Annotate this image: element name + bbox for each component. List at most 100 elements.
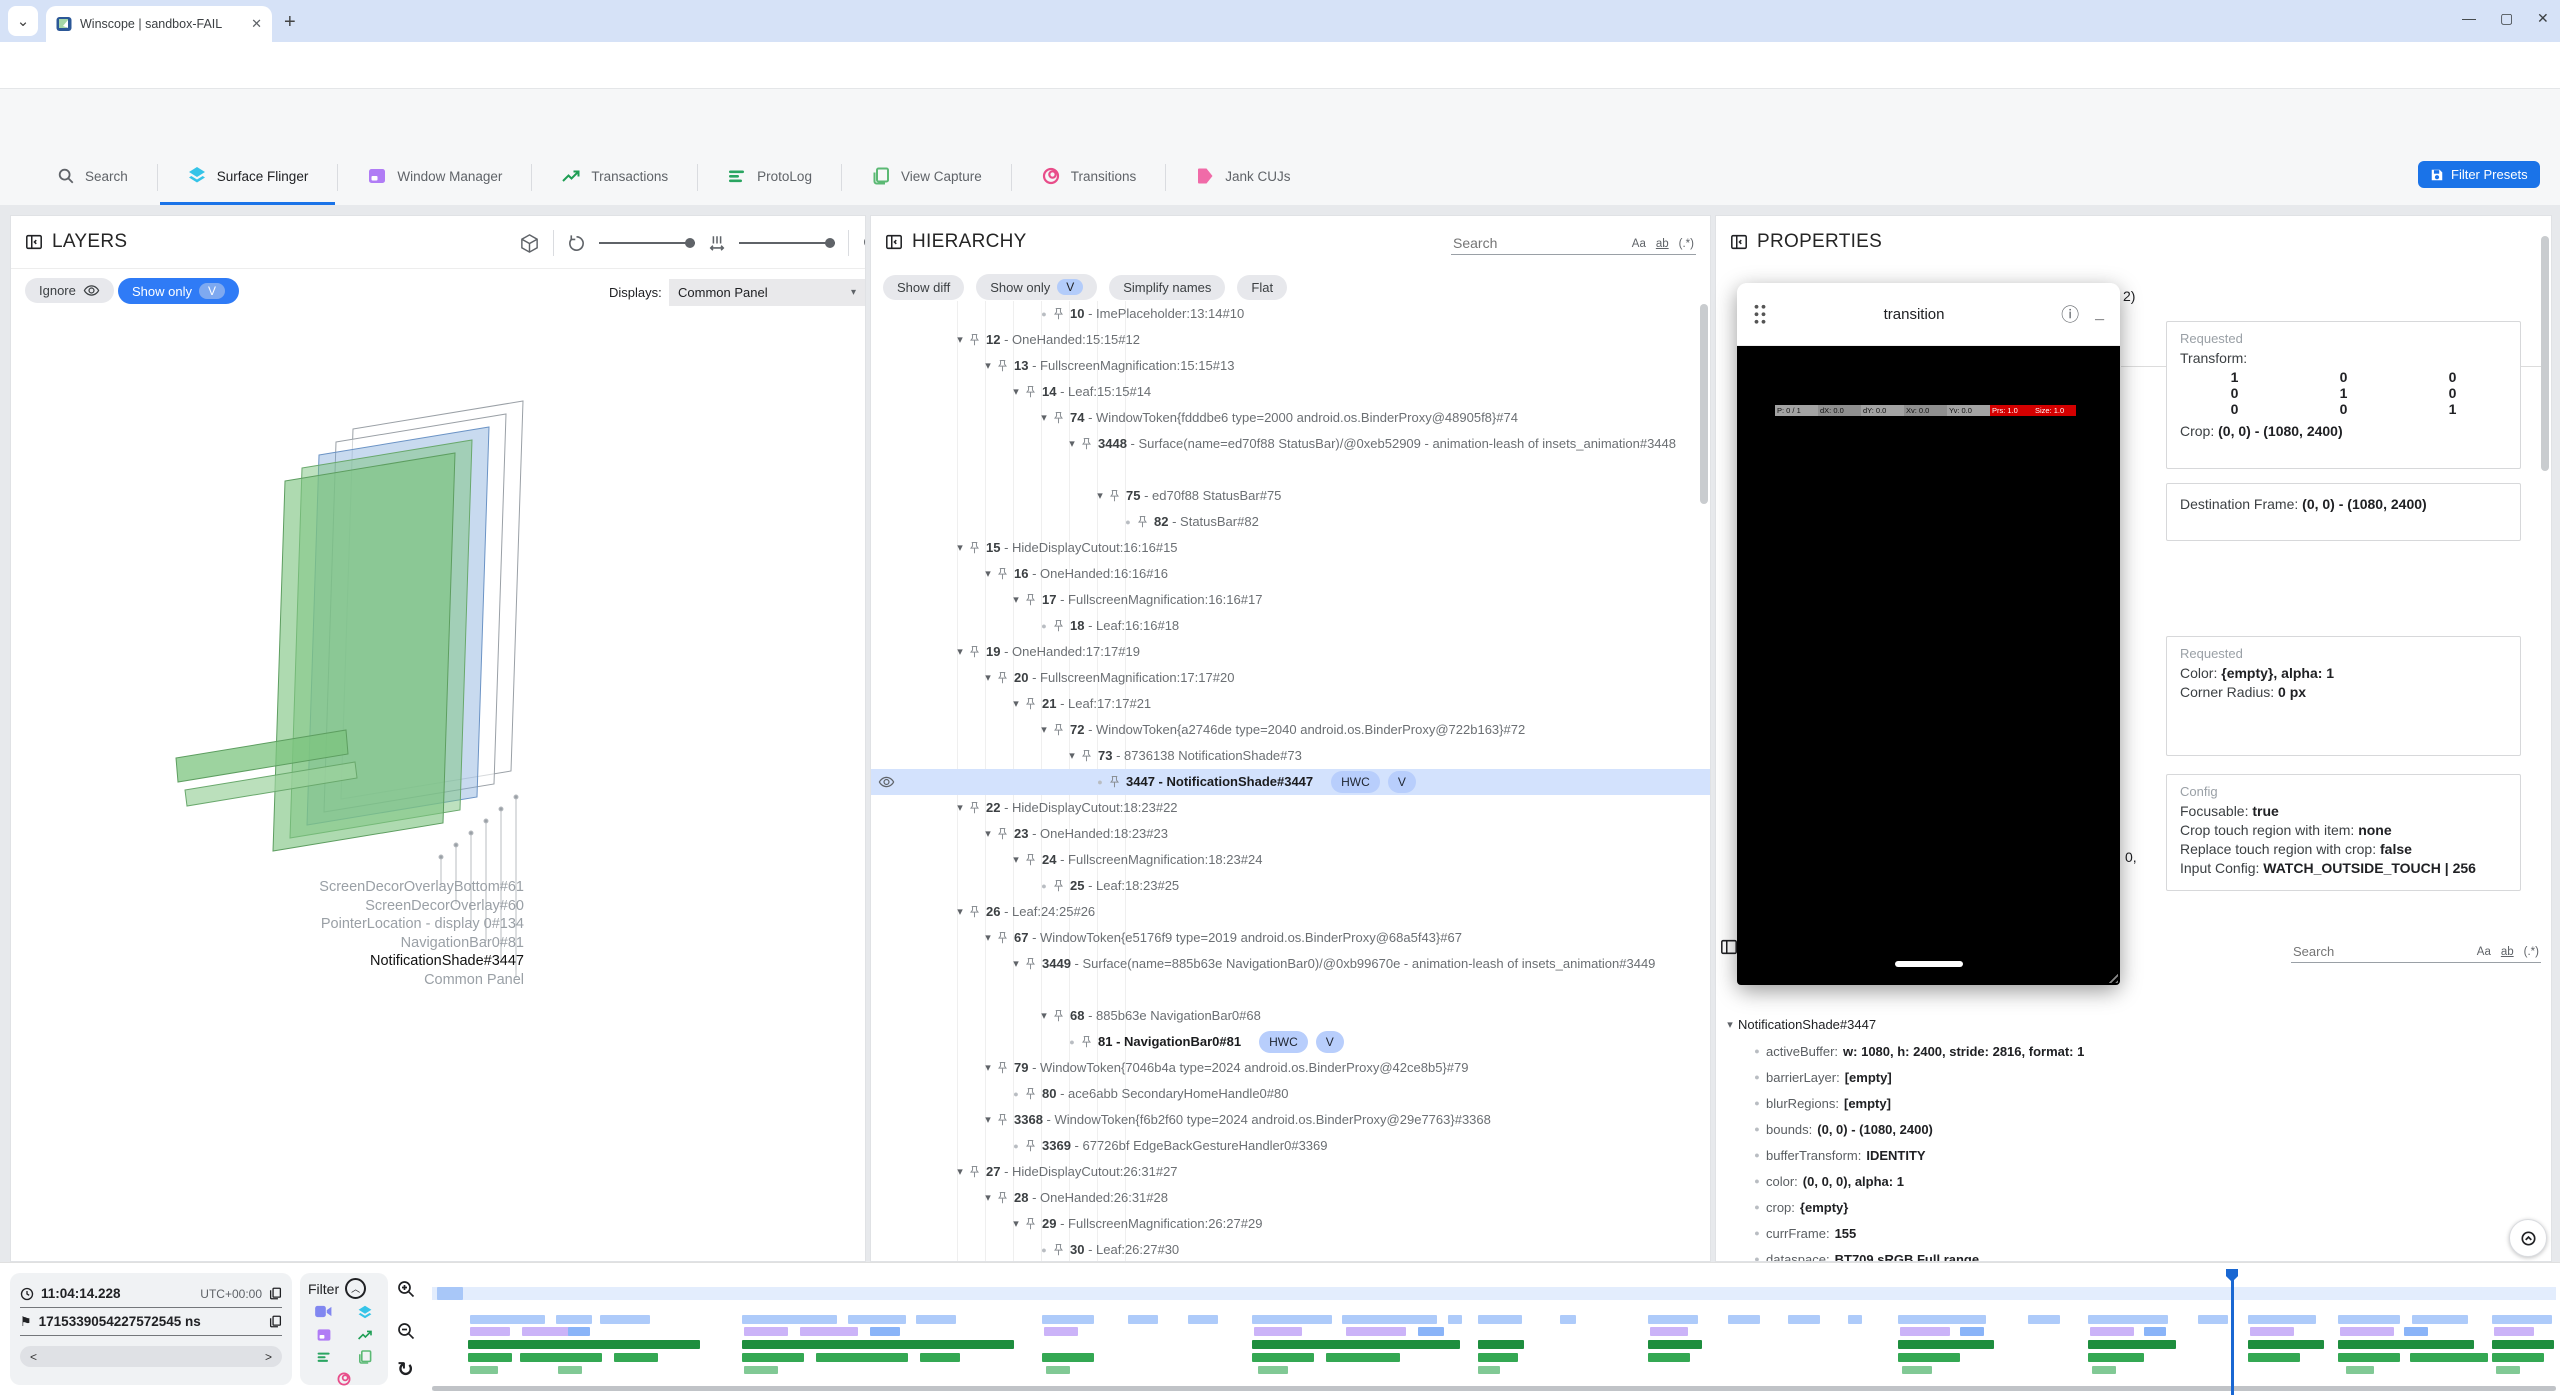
trace-entry-segment[interactable] — [1252, 1340, 1460, 1349]
trace-entry-segment[interactable] — [1648, 1353, 1690, 1362]
match-case-icon[interactable]: Aa — [1632, 238, 1646, 250]
resize-handle-icon[interactable] — [2105, 970, 2118, 983]
ns-time-field[interactable]: ⚑ 1715339054227572545 ns — [20, 1308, 282, 1336]
pin-icon[interactable] — [1025, 1081, 1042, 1101]
trace-entry-segment[interactable] — [1898, 1353, 1960, 1362]
trace-entry-segment[interactable] — [2090, 1327, 2134, 1336]
trace-entry-segment[interactable] — [1044, 1327, 1078, 1336]
trace-entry-segment[interactable] — [742, 1340, 1014, 1349]
trace-entry-segment[interactable] — [800, 1327, 858, 1336]
pin-icon[interactable] — [1137, 509, 1154, 529]
hierarchy-row-15[interactable]: ▾15 - HideDisplayCutout:16:16#15 — [871, 535, 1711, 561]
minimap-selection[interactable] — [437, 1287, 463, 1300]
properties-root-row[interactable]: ▾ NotificationShade#3447 — [1716, 1011, 2546, 1038]
trace-entry-segment[interactable] — [2088, 1315, 2168, 1324]
trace-entry-segment[interactable] — [2198, 1315, 2228, 1324]
trace-entry-segment[interactable] — [2338, 1315, 2400, 1324]
layer-label[interactable]: NotificationShade#3447 — [370, 953, 524, 969]
trace-entry-segment[interactable] — [2404, 1327, 2428, 1336]
trace-entry-segment[interactable] — [1252, 1353, 1314, 1362]
expand-arrow-icon[interactable]: ▾ — [1063, 743, 1081, 769]
trace-entry-segment[interactable] — [1042, 1315, 1094, 1324]
show-layer-eye-icon[interactable] — [878, 775, 895, 789]
copy-icon[interactable] — [269, 1287, 282, 1300]
trace-entry-segment[interactable] — [742, 1353, 804, 1362]
tab-window-manager[interactable]: Window Manager — [340, 150, 529, 205]
trace-entry-segment[interactable] — [614, 1353, 658, 1362]
properties-scrollbar[interactable] — [2541, 236, 2549, 471]
trace-entry-segment[interactable] — [1902, 1366, 1932, 1374]
view-capture-icon[interactable] — [357, 1349, 373, 1365]
trace-entry-segment[interactable] — [1448, 1315, 1462, 1324]
pin-icon[interactable] — [1109, 769, 1126, 789]
expand-arrow-icon[interactable]: ▾ — [979, 1055, 997, 1081]
zoom-in-icon[interactable] — [862, 234, 866, 253]
pin-icon[interactable] — [1109, 483, 1126, 503]
property-row[interactable]: ●bounds:(0, 0) - (1080, 2400) — [1716, 1116, 2546, 1142]
trace-entry-segment[interactable] — [1478, 1315, 1522, 1324]
hierarchy-row-73[interactable]: ▾73 - 8736138 NotificationShade#73 — [871, 743, 1711, 769]
transactions-icon[interactable] — [357, 1327, 373, 1343]
trace-entry-segment[interactable] — [2492, 1315, 2552, 1324]
trace-entry-segment[interactable] — [568, 1327, 590, 1336]
window-manager-icon[interactable] — [316, 1327, 332, 1343]
expand-arrow-icon[interactable]: ▾ — [979, 665, 997, 691]
pin-icon[interactable] — [997, 353, 1014, 373]
panel-collapse-icon[interactable] — [1720, 938, 1738, 956]
tab-close-icon[interactable]: ✕ — [251, 16, 262, 32]
trace-entry-segment[interactable] — [2248, 1315, 2316, 1324]
pin-icon[interactable] — [997, 665, 1014, 685]
minimize-overlay-icon[interactable]: _ — [2095, 305, 2104, 323]
pin-icon[interactable] — [1053, 1003, 1070, 1023]
scroll-to-top-button[interactable] — [2509, 1219, 2547, 1257]
tab-jank-cujs[interactable]: Jank CUJs — [1168, 150, 1317, 205]
pin-icon[interactable] — [1053, 717, 1070, 737]
timeline-canvas[interactable] — [432, 1269, 2556, 1389]
trace-entry-segment[interactable] — [1478, 1366, 1500, 1374]
hierarchy-row-21[interactable]: ▾21 - Leaf:17:17#21 — [871, 691, 1711, 717]
pin-icon[interactable] — [997, 1185, 1014, 1205]
hierarchy-row-74[interactable]: ▾74 - WindowToken{fdddbe6 type=2000 andr… — [871, 405, 1711, 431]
pin-icon[interactable] — [969, 327, 986, 347]
layer-label[interactable]: ScreenDecorOverlayBottom#61 — [319, 879, 524, 895]
trace-entry-segment[interactable] — [2412, 1315, 2468, 1324]
expand-arrow-icon[interactable]: ▾ — [1007, 379, 1025, 405]
trace-entry-segment[interactable] — [1346, 1327, 1406, 1336]
property-row[interactable]: ●barrierLayer:[empty] — [1716, 1064, 2546, 1090]
layer-label[interactable]: Common Panel — [424, 972, 524, 988]
hierarchy-row-67[interactable]: ▾67 - WindowToken{e5176f9 type=2019 andr… — [871, 925, 1711, 951]
trace-entry-segment[interactable] — [600, 1315, 650, 1324]
hierarchy-row-23[interactable]: ▾23 - OneHanded:18:23#23 — [871, 821, 1711, 847]
spacing-slider[interactable] — [739, 242, 835, 244]
pin-icon[interactable] — [969, 795, 986, 815]
trace-entry-segment[interactable] — [2028, 1315, 2060, 1324]
panel-collapse-icon[interactable] — [1730, 233, 1748, 251]
trace-entry-segment[interactable] — [1046, 1366, 1070, 1374]
pin-icon[interactable] — [1081, 431, 1098, 451]
trace-entry-segment[interactable] — [1478, 1340, 1524, 1349]
pin-icon[interactable] — [1025, 1133, 1042, 1153]
hierarchy-row-10[interactable]: ●10 - ImePlaceholder:13:14#10 — [871, 301, 1711, 327]
tab-view-capture[interactable]: View Capture — [844, 150, 1009, 205]
hierarchy-row-24[interactable]: ▾24 - FullscreenMagnification:18:23#24 — [871, 847, 1711, 873]
hierarchy-row-12[interactable]: ▾12 - OneHanded:15:15#12 — [871, 327, 1711, 353]
pin-icon[interactable] — [997, 925, 1014, 945]
trace-entry-segment[interactable] — [1900, 1327, 1950, 1336]
hierarchy-row-19[interactable]: ▾19 - OneHanded:17:17#19 — [871, 639, 1711, 665]
trace-entry-segment[interactable] — [2340, 1327, 2394, 1336]
window-maximize-icon[interactable]: ▢ — [2500, 10, 2513, 27]
trace-entry-segment[interactable] — [1326, 1353, 1400, 1362]
expand-arrow-icon[interactable]: ▾ — [1035, 717, 1053, 743]
expand-arrow-icon[interactable]: ▾ — [951, 795, 969, 821]
trace-entry-segment[interactable] — [2496, 1366, 2520, 1374]
trace-entry-segment[interactable] — [742, 1315, 837, 1324]
hierarchy-row-68[interactable]: ▾68 - 885b63e NavigationBar0#68 — [871, 1003, 1711, 1029]
hierarchy-row-28[interactable]: ▾28 - OneHanded:26:31#28 — [871, 1185, 1711, 1211]
hierarchy-row-14[interactable]: ▾14 - Leaf:15:15#14 — [871, 379, 1711, 405]
pin-icon[interactable] — [969, 639, 986, 659]
hierarchy-row-30[interactable]: ●30 - Leaf:26:27#30 — [871, 1237, 1711, 1262]
trace-entry-segment[interactable] — [2410, 1353, 2488, 1362]
hierarchy-row-75[interactable]: ▾75 - ed70f88 StatusBar#75 — [871, 483, 1711, 509]
tab-transitions[interactable]: Transitions — [1014, 150, 1164, 205]
match-case-icon[interactable]: Aa — [2477, 946, 2491, 958]
